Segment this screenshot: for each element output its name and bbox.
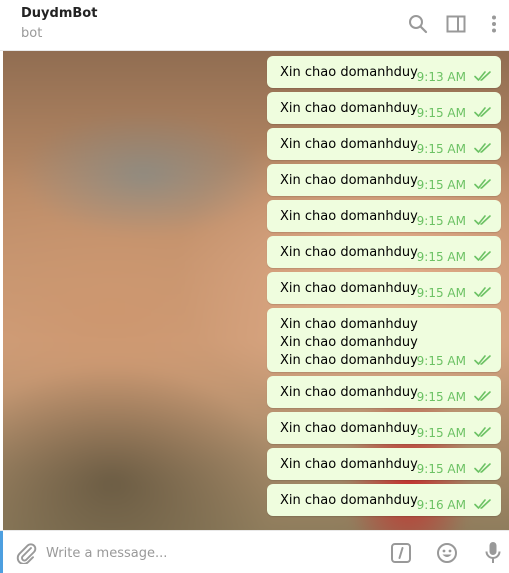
message-time: 9:15 AM (416, 462, 466, 476)
chat-header: DuydmBot bot (0, 0, 509, 51)
message-bubble[interactable]: Xin chao domanhduy 9:15 AM (267, 376, 501, 408)
double-check-icon (474, 499, 491, 509)
message-text: Xin chao domanhduy (280, 137, 418, 152)
message-text: Xin chao domanhduy (280, 101, 418, 116)
record-voice-button[interactable] (481, 541, 505, 565)
microphone-icon (485, 542, 501, 563)
double-check-icon (474, 71, 491, 81)
message-bubble[interactable]: Xin chao domanhduy Xin chao domanhduy Xi… (267, 308, 501, 372)
message-text: Xin chao domanhduy (280, 65, 418, 80)
message-time: 9:15 AM (416, 426, 466, 440)
double-check-icon (474, 463, 491, 473)
message-time: 9:15 AM (416, 250, 466, 264)
message-time: 9:15 AM (416, 390, 466, 404)
more-vertical-icon (492, 15, 496, 33)
message-bubble[interactable]: Xin chao domanhduy 9:15 AM (267, 128, 501, 160)
bot-commands-icon (391, 543, 411, 563)
double-check-icon (474, 107, 491, 117)
message-text: Xin chao domanhduy (280, 457, 418, 472)
sidebar-toggle-icon (446, 15, 466, 33)
double-check-icon (474, 427, 491, 437)
message-time: 9:15 AM (416, 286, 466, 300)
left-border (0, 51, 3, 530)
message-text: Xin chao domanhduy Xin chao domanhduy Xi… (280, 317, 418, 368)
message-time: 9:15 AM (416, 142, 466, 156)
message-text: Xin chao domanhduy (280, 245, 418, 260)
emoji-button[interactable] (435, 541, 459, 565)
message-text: Xin chao domanhduy (280, 421, 418, 436)
toggle-sidebar-button[interactable] (445, 13, 467, 35)
message-text: Xin chao domanhduy (280, 385, 418, 400)
message-input[interactable] (46, 540, 326, 566)
composer-accent (0, 531, 3, 573)
message-list: Xin chao domanhduy 9:13 AM Xin chao domanh… (0, 51, 509, 530)
telegram-chat-window: DuydmBot bot Xin chao domanhduy 9:13 AM Xi… (0, 0, 509, 573)
emoji-icon (437, 543, 457, 563)
message-bubble[interactable]: Xin chao domanhduy 9:15 AM (267, 92, 501, 124)
composer-bar (0, 530, 509, 573)
message-bubble[interactable]: Xin chao domanhduy 9:15 AM (267, 236, 501, 268)
double-check-icon (474, 215, 491, 225)
message-text: Xin chao domanhduy (280, 209, 418, 224)
attach-icon (16, 543, 37, 564)
message-bubble[interactable]: Xin chao domanhduy 9:15 AM (267, 272, 501, 304)
chat-title[interactable]: DuydmBot (21, 6, 97, 21)
search-icon (409, 15, 428, 34)
double-check-icon (474, 287, 491, 297)
more-menu-button[interactable] (483, 13, 505, 35)
message-time: 9:15 AM (416, 354, 466, 368)
message-bubble[interactable]: Xin chao domanhduy 9:13 AM (267, 56, 501, 88)
message-text: Xin chao domanhduy (280, 493, 418, 508)
message-bubble[interactable]: Xin chao domanhduy 9:15 AM (267, 164, 501, 196)
message-time: 9:15 AM (416, 106, 466, 120)
bot-commands-button[interactable] (389, 541, 413, 565)
message-bubble[interactable]: Xin chao domanhduy 9:16 AM (267, 484, 501, 516)
double-check-icon (474, 179, 491, 189)
message-text: Xin chao domanhduy (280, 281, 418, 296)
double-check-icon (474, 391, 491, 401)
message-bubble[interactable]: Xin chao domanhduy 9:15 AM (267, 200, 501, 232)
message-bubble[interactable]: Xin chao domanhduy 9:15 AM (267, 412, 501, 444)
attach-button[interactable] (14, 541, 38, 565)
message-text: Xin chao domanhduy (280, 173, 418, 188)
double-check-icon (474, 355, 491, 365)
double-check-icon (474, 251, 491, 261)
message-time: 9:15 AM (416, 214, 466, 228)
message-history[interactable]: Xin chao domanhduy 9:13 AM Xin chao domanh… (0, 51, 509, 530)
message-time: 9:16 AM (416, 498, 466, 512)
chat-status: bot (21, 26, 43, 41)
search-button[interactable] (407, 13, 429, 35)
double-check-icon (474, 143, 491, 153)
message-time: 9:13 AM (416, 70, 466, 84)
message-time: 9:15 AM (416, 178, 466, 192)
message-bubble[interactable]: Xin chao domanhduy 9:15 AM (267, 448, 501, 480)
